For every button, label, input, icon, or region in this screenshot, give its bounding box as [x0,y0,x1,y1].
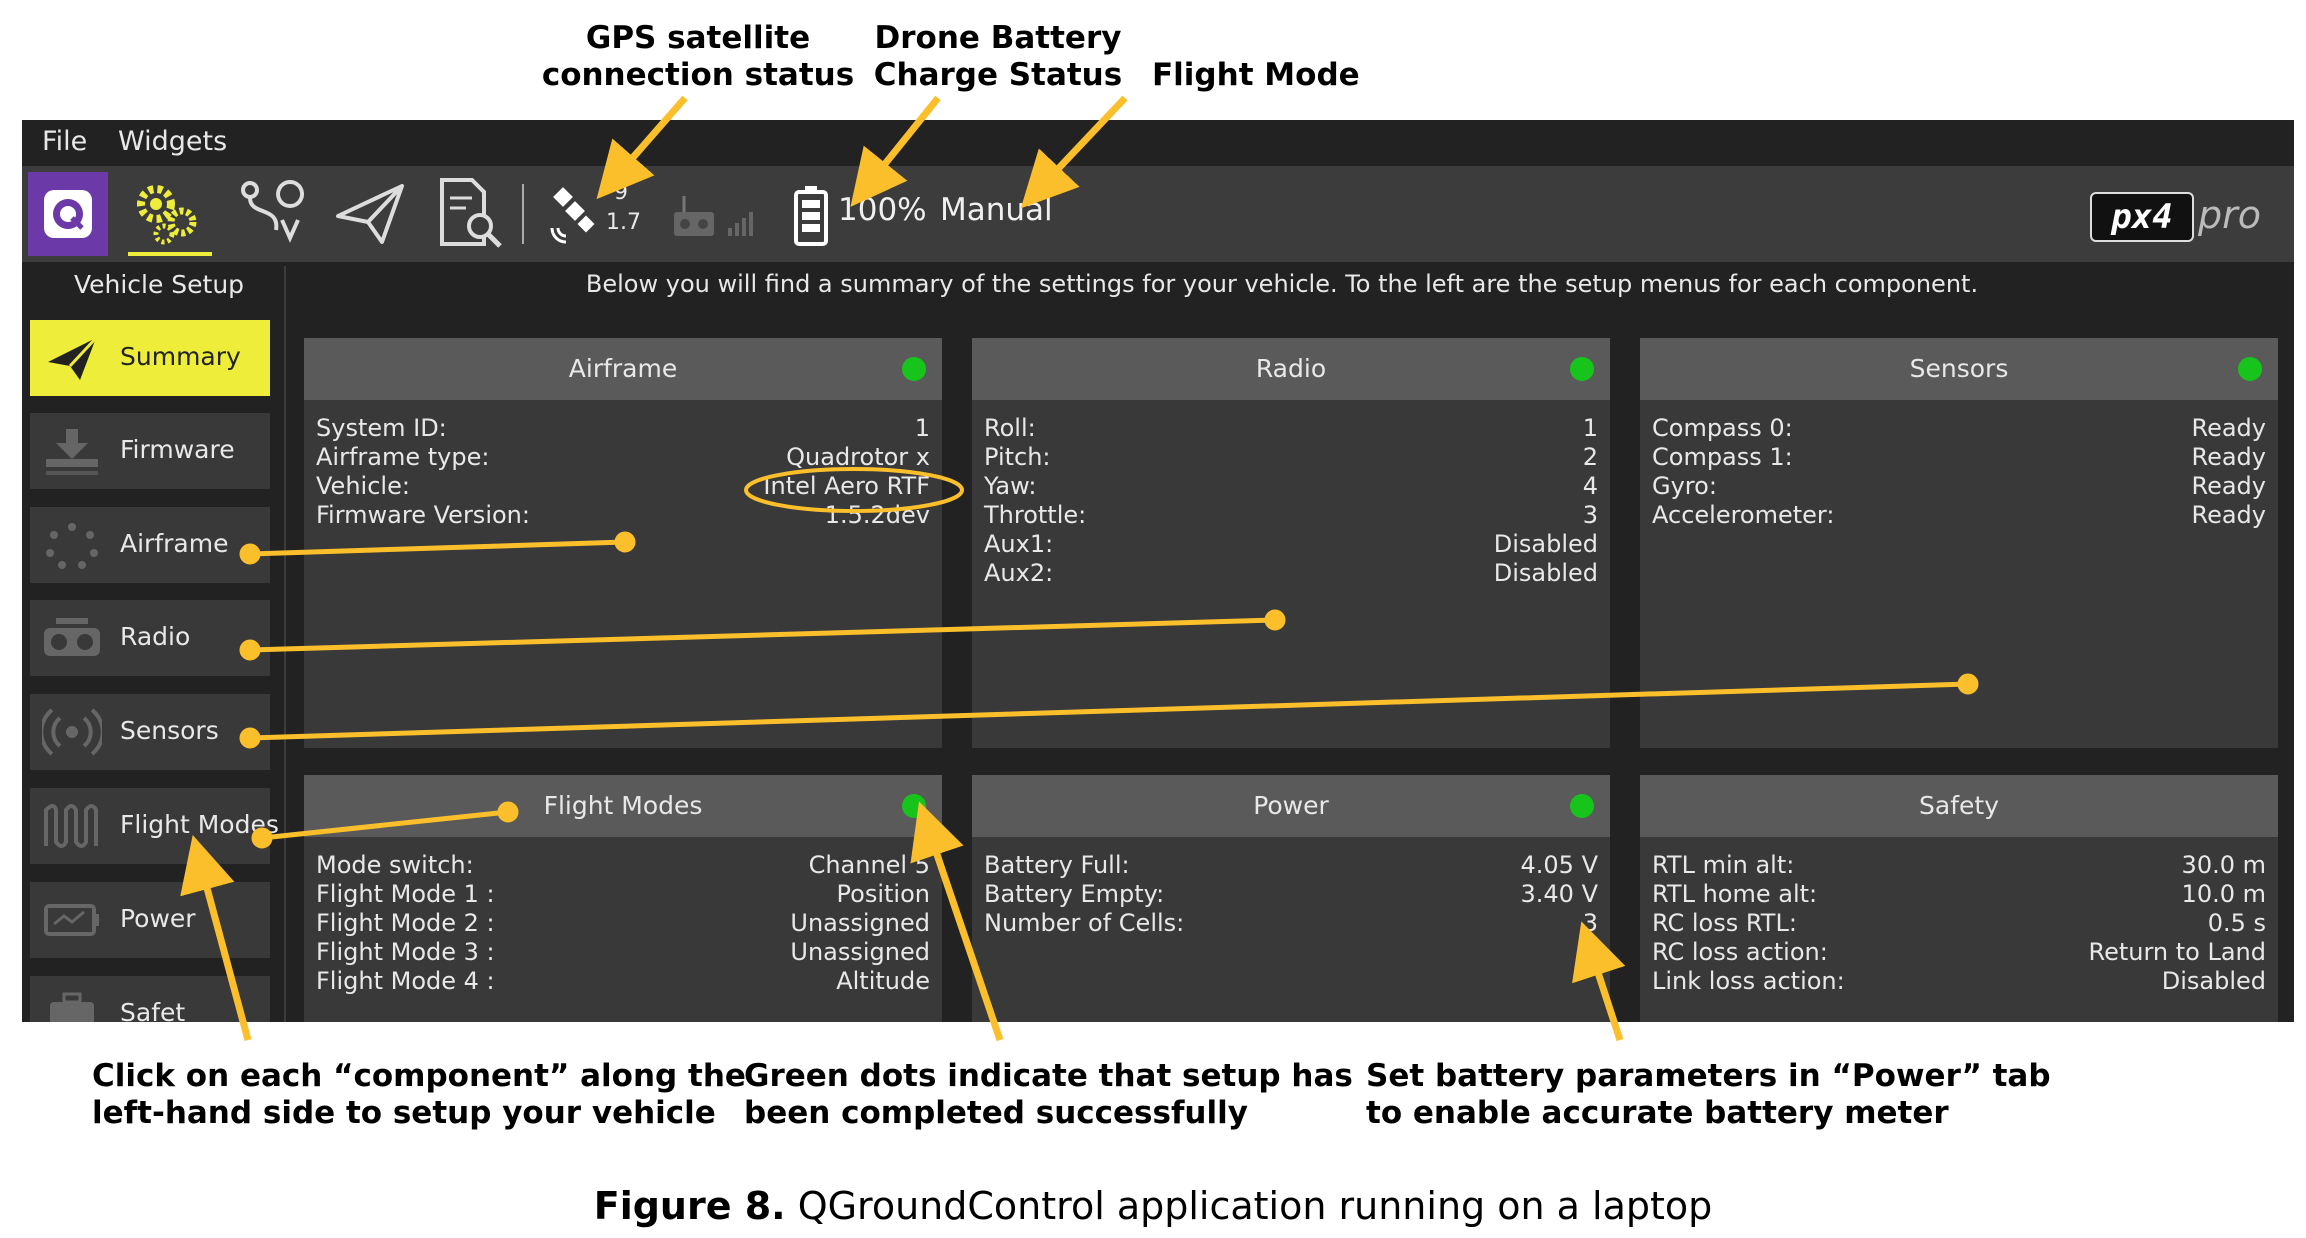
annotation-overlay [180,95,1979,1042]
arrow-components [180,834,252,1041]
callout-power: Set battery parameters in “Power” tab to… [1366,1058,2051,1131]
arrow-green-dots [910,801,1004,1042]
figure-caption: Figure 8. QGroundControl application run… [0,1184,2306,1228]
arrow-power [1572,921,1626,1042]
figure-text: QGroundControl application running on a … [797,1184,1713,1228]
callout-components: Click on each “component” along the left… [92,1058,746,1131]
arrow-battery [850,95,941,207]
connector-sensors [249,681,1969,741]
arrow-gps [596,95,688,200]
connector-flight-modes [261,809,509,841]
arrow-flight-mode [1020,95,1128,209]
connector-radio [249,617,1276,653]
figure-number: Figure 8. [593,1184,786,1228]
highlight-vehicle [744,467,964,513]
callout-green-dots: Green dots indicate that setup has been … [744,1058,1353,1131]
connector-airframe [249,539,626,557]
